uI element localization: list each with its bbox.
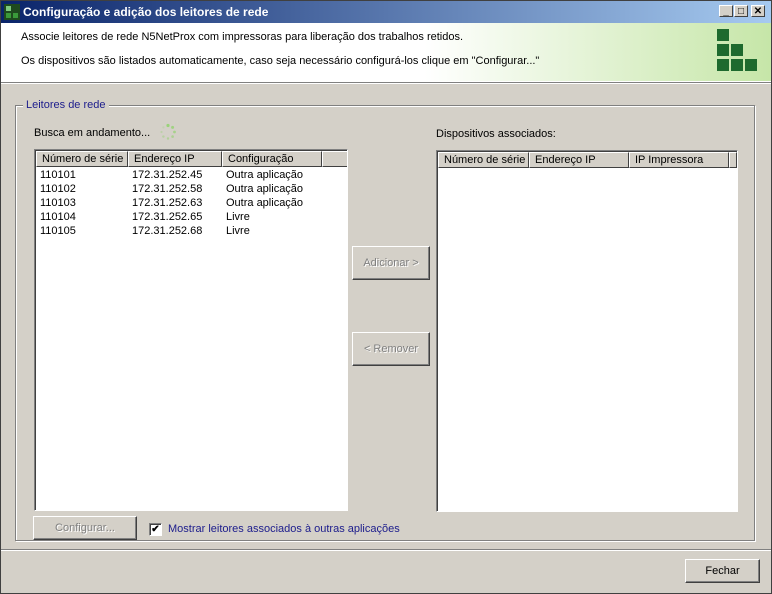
associated-devices-label: Dispositivos associados: <box>436 128 556 140</box>
table-row[interactable]: 110104 172.31.252.65 Livre <box>40 210 326 224</box>
window-title: Configuração e adição dos leitores de re… <box>23 5 269 19</box>
column-header-ip[interactable]: Endereço IP <box>529 152 629 168</box>
header-panel: Associe leitores de rede N5NetProx com i… <box>1 23 771 82</box>
main-window: Configuração e adição dos leitores de re… <box>0 0 772 594</box>
config-cell: Livre <box>226 211 250 223</box>
company-logo-icon <box>717 29 757 71</box>
network-readers-list[interactable]: Número de série Endereço IP Configuração… <box>34 149 348 511</box>
serial-cell: 110101 <box>40 169 76 181</box>
list-header: Número de série Endereço IP Configuração <box>36 151 347 167</box>
table-row[interactable]: 110103 172.31.252.63 Outra aplicação <box>40 196 326 210</box>
column-header-printer-ip[interactable]: IP Impressora <box>629 152 729 168</box>
associated-devices-list[interactable]: Número de série Endereço IP IP Impressor… <box>436 150 738 512</box>
title-bar[interactable]: Configuração e adição dos leitores de re… <box>1 1 771 23</box>
header-instruction-line2: Os dispositivos são listados automaticam… <box>21 55 540 67</box>
ip-cell: 172.31.252.68 <box>132 225 203 237</box>
maximize-button[interactable]: □ <box>734 5 748 17</box>
column-header-filler <box>729 152 737 168</box>
close-button[interactable]: Fechar <box>685 559 760 583</box>
column-header-filler <box>322 151 347 167</box>
show-associated-checkbox[interactable]: ✔ <box>149 523 162 536</box>
list-header: Número de série Endereço IP IP Impressor… <box>438 152 737 168</box>
ip-cell: 172.31.252.45 <box>132 169 203 181</box>
configure-button[interactable]: Configurar... <box>33 516 137 540</box>
loading-spinner-icon <box>160 123 176 140</box>
ip-cell: 172.31.252.65 <box>132 211 203 223</box>
show-associated-label[interactable]: Mostrar leitores associados à outras apl… <box>168 523 400 535</box>
config-cell: Livre <box>226 225 250 237</box>
remove-button[interactable]: < Remover <box>352 332 430 366</box>
serial-cell: 110102 <box>40 183 76 195</box>
search-status-label: Busca em andamento... <box>34 127 151 139</box>
app-icon <box>4 4 20 20</box>
minimize-button[interactable]: _ <box>719 5 733 17</box>
config-cell: Outra aplicação <box>226 183 304 195</box>
table-row[interactable]: 110102 172.31.252.58 Outra aplicação <box>40 182 326 196</box>
header-instruction-line1: Associe leitores de rede N5NetProx com i… <box>21 31 464 43</box>
group-legend: Leitores de rede <box>23 99 109 111</box>
column-header-serial[interactable]: Número de série <box>36 151 128 167</box>
serial-cell: 110105 <box>40 225 76 237</box>
serial-cell: 110104 <box>40 211 76 223</box>
column-header-config[interactable]: Configuração <box>222 151 322 167</box>
config-cell: Outra aplicação <box>226 197 304 209</box>
table-row[interactable]: 110101 172.31.252.45 Outra aplicação <box>40 168 326 182</box>
config-cell: Outra aplicação <box>226 169 304 181</box>
footer-divider <box>1 549 771 551</box>
column-header-ip[interactable]: Endereço IP <box>128 151 222 167</box>
column-header-serial[interactable]: Número de série <box>438 152 529 168</box>
close-window-button[interactable]: ✕ <box>751 5 765 17</box>
table-row[interactable]: 110105 172.31.252.68 Livre <box>40 224 326 238</box>
ip-cell: 172.31.252.63 <box>132 197 203 209</box>
ip-cell: 172.31.252.58 <box>132 183 203 195</box>
header-divider <box>1 82 771 84</box>
add-button[interactable]: Adicionar > <box>352 246 430 280</box>
serial-cell: 110103 <box>40 197 76 209</box>
